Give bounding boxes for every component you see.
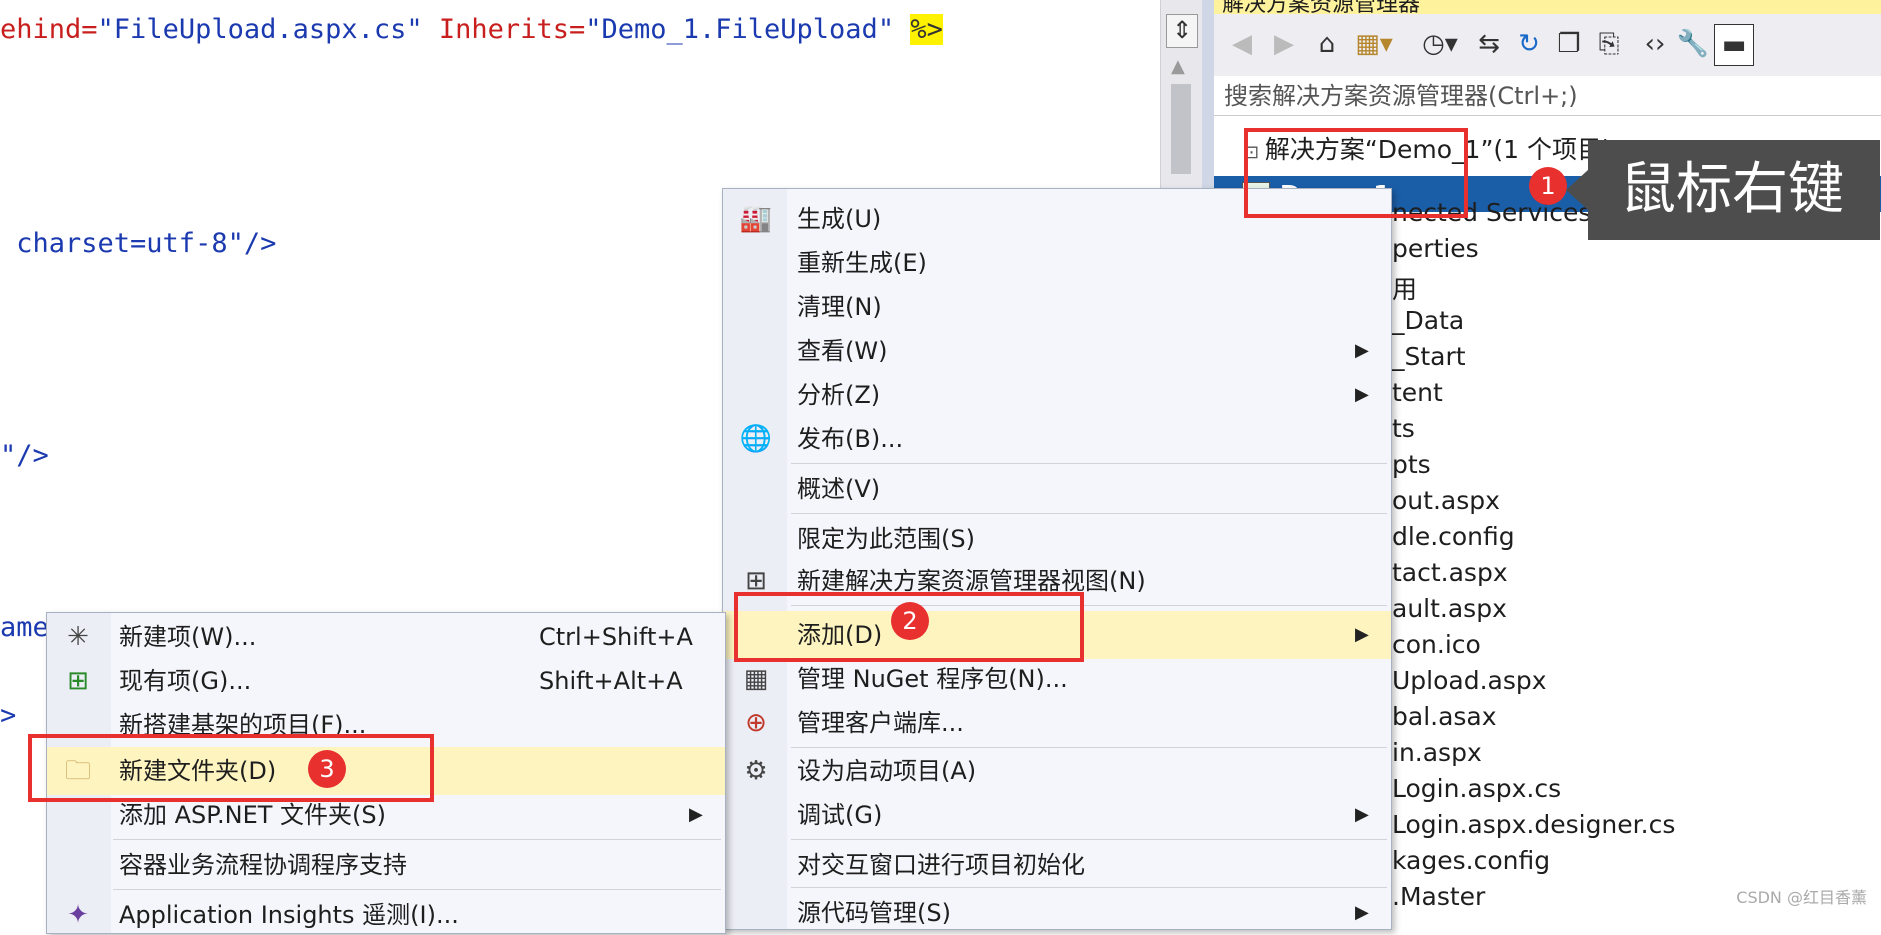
menu-item-nuget[interactable]: ▦ 管理 NuGet 程序包(N)... bbox=[723, 659, 1391, 699]
code-line-1: ehind="FileUpload.aspx.cs" Inherits="Dem… bbox=[0, 14, 943, 45]
menu-item-rebuild[interactable]: 重新生成(E) bbox=[723, 243, 1391, 283]
menu-item-publish[interactable]: 🌐 发布(B)... bbox=[723, 419, 1391, 459]
pending-changes-icon[interactable]: ◷▾ bbox=[1414, 24, 1466, 64]
submenu-arrow-icon: ▶ bbox=[1355, 902, 1369, 923]
menu-separator bbox=[791, 887, 1387, 888]
collapse-all-icon[interactable]: ❐ bbox=[1552, 24, 1586, 64]
build-icon: 🏭 bbox=[739, 204, 773, 234]
split-icon[interactable]: ⇕ bbox=[1166, 14, 1198, 48]
code-line-3: "/> bbox=[0, 440, 49, 471]
menu-item-source-control[interactable]: 源代码管理(S) ▶ bbox=[723, 893, 1391, 933]
submenu-arrow-icon: ▶ bbox=[689, 804, 703, 825]
switch-views-icon[interactable]: ▦▾ bbox=[1352, 24, 1396, 64]
solution-explorer-toolbar: ◀ ▶ ⌂ ▦▾ ◷▾ ⇆ ↻ ❐ ⎘ ‹› 🔧 ▬ bbox=[1214, 14, 1881, 77]
tree-item[interactable]: kages.config bbox=[1392, 846, 1550, 875]
gear-icon: ⚙ bbox=[744, 756, 768, 786]
tree-item[interactable]: _Data bbox=[1392, 306, 1464, 335]
tree-item[interactable]: bal.asax bbox=[1392, 702, 1497, 731]
submenu-item-existing-item[interactable]: ⊞ 现有项(G)... Shift+Alt+A bbox=[47, 661, 725, 701]
code-line-5: > bbox=[0, 700, 17, 731]
tooltip-pointer bbox=[1566, 170, 1588, 210]
forward-icon[interactable]: ▶ bbox=[1268, 24, 1300, 64]
code-line-4: ame bbox=[0, 612, 49, 643]
new-item-icon: ✳ bbox=[67, 622, 89, 652]
tree-item[interactable]: in.aspx bbox=[1392, 738, 1482, 767]
submenu-arrow-icon: ▶ bbox=[1355, 804, 1369, 825]
properties-icon[interactable]: 🔧 bbox=[1676, 24, 1710, 64]
tree-item[interactable]: tact.aspx bbox=[1392, 558, 1508, 587]
menu-separator bbox=[113, 839, 721, 840]
existing-item-icon: ⊞ bbox=[67, 666, 89, 696]
tree-item[interactable]: dle.config bbox=[1392, 522, 1515, 551]
client-lib-icon: ⊕ bbox=[745, 708, 767, 738]
annotation-box-3 bbox=[28, 734, 434, 802]
tree-item[interactable]: tent bbox=[1392, 378, 1443, 407]
menu-item-interactive[interactable]: 对交互窗口进行项目初始化 bbox=[723, 845, 1391, 885]
tree-item[interactable]: Login.aspx.designer.cs bbox=[1392, 810, 1675, 839]
menu-separator bbox=[791, 839, 1387, 840]
preview-icon[interactable]: ▬ bbox=[1714, 24, 1754, 66]
tree-item[interactable]: Upload.aspx bbox=[1392, 666, 1547, 695]
home-icon[interactable]: ⌂ bbox=[1310, 24, 1344, 64]
tree-item[interactable]: .Master bbox=[1392, 882, 1485, 911]
code-line-2: charset=utf-8"/> bbox=[0, 228, 277, 259]
submenu-item-app-insights[interactable]: ✦ Application Insights 遥测(I)... bbox=[47, 895, 725, 935]
annotation-badge-3: 3 bbox=[308, 750, 346, 788]
menu-separator bbox=[791, 463, 1387, 464]
show-all-files-icon[interactable]: ⎘ bbox=[1592, 24, 1626, 64]
menu-item-overview[interactable]: 概述(V) bbox=[723, 469, 1391, 509]
menu-item-clean[interactable]: 清理(N) bbox=[723, 287, 1391, 327]
right-click-tooltip: 鼠标右键 bbox=[1588, 140, 1880, 240]
watermark: CSDN @红目香薰 bbox=[1736, 888, 1867, 907]
tree-item[interactable]: ault.aspx bbox=[1392, 594, 1507, 623]
submenu-item-new-item[interactable]: ✳ 新建项(W)... Ctrl+Shift+A bbox=[47, 617, 725, 657]
tree-item[interactable]: _Start bbox=[1392, 342, 1466, 371]
tree-item[interactable]: perties bbox=[1392, 234, 1479, 263]
refresh-icon[interactable]: ↻ bbox=[1512, 24, 1546, 64]
view-code-icon[interactable]: ‹› bbox=[1638, 24, 1672, 64]
submenu-arrow-icon: ▶ bbox=[1355, 384, 1369, 405]
tree-item[interactable]: ts bbox=[1392, 414, 1415, 443]
annotation-badge-2: 2 bbox=[891, 602, 929, 640]
tree-item[interactable]: con.ico bbox=[1392, 630, 1481, 659]
menu-separator bbox=[791, 747, 1387, 748]
menu-item-set-startup[interactable]: ⚙ 设为启动项目(A) bbox=[723, 751, 1391, 791]
shortcut-label: Ctrl+Shift+A bbox=[539, 623, 693, 651]
scroll-up-icon[interactable]: ▲ bbox=[1171, 56, 1185, 77]
menu-item-debug[interactable]: 调试(G) ▶ bbox=[723, 795, 1391, 835]
menu-separator bbox=[113, 889, 721, 890]
solution-search-input[interactable]: 搜索解决方案资源管理器(Ctrl+;) bbox=[1214, 76, 1881, 116]
annotation-badge-1: 1 bbox=[1529, 167, 1567, 205]
submenu-arrow-icon: ▶ bbox=[1355, 624, 1369, 645]
project-context-menu: 🏭 生成(U) 重新生成(E) 清理(N) 查看(W) ▶ 分析(Z) ▶ 🌐 发布(B… bbox=[722, 188, 1392, 930]
tree-item[interactable]: out.aspx bbox=[1392, 486, 1500, 515]
menu-separator bbox=[791, 513, 1387, 514]
submenu-item-orchestrator[interactable]: 容器业务流程协调程序支持 bbox=[47, 845, 725, 885]
publish-icon: 🌐 bbox=[739, 424, 773, 454]
insights-icon: ✦ bbox=[67, 900, 89, 930]
sync-icon[interactable]: ⇆ bbox=[1472, 24, 1506, 64]
tree-item[interactable]: 用 bbox=[1392, 270, 1417, 306]
shortcut-label: Shift+Alt+A bbox=[539, 667, 683, 695]
back-icon[interactable]: ◀ bbox=[1226, 24, 1258, 64]
menu-item-scope[interactable]: 限定为此范围(S) bbox=[723, 519, 1391, 559]
menu-item-client-libs[interactable]: ⊕ 管理客户端库... bbox=[723, 703, 1391, 743]
menu-item-analyze[interactable]: 分析(Z) ▶ bbox=[723, 375, 1391, 415]
annotation-box-1 bbox=[1244, 128, 1468, 218]
tree-item[interactable]: pts bbox=[1392, 450, 1431, 479]
tree-item[interactable]: Login.aspx.cs bbox=[1392, 774, 1561, 803]
menu-item-view[interactable]: 查看(W) ▶ bbox=[723, 331, 1391, 371]
scroll-thumb[interactable] bbox=[1171, 84, 1191, 174]
solution-explorer-title: 解决方案资源管理器 bbox=[1214, 0, 1881, 14]
nuget-icon: ▦ bbox=[743, 664, 769, 694]
submenu-arrow-icon: ▶ bbox=[1355, 340, 1369, 361]
